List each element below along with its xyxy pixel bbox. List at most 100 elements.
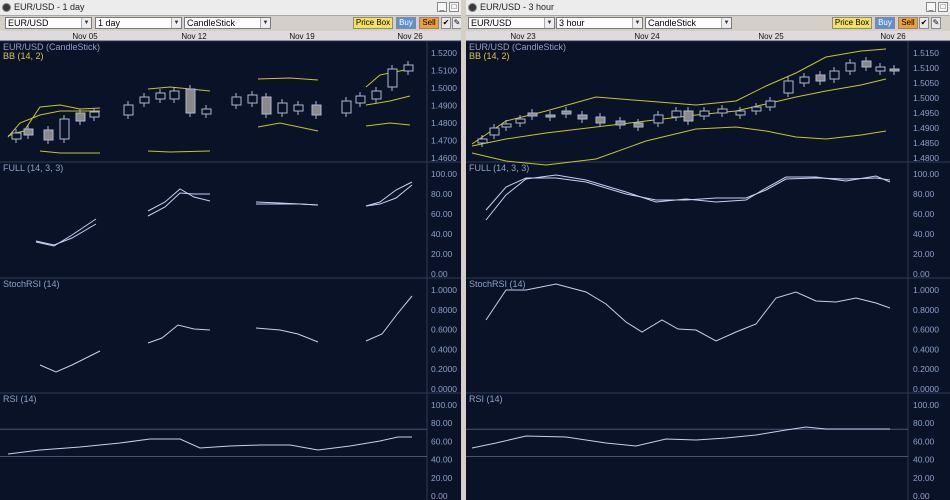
date-tick-label: Nov 19 [289,32,315,41]
maximize-button[interactable]: □ [449,2,459,12]
axis-tick-label: 1.0000 [431,285,457,295]
candlestick [277,102,288,114]
axis-tick-label: 1.4800 [431,118,457,128]
axis-tick-label: 1.0000 [913,285,939,295]
period-select[interactable]: 1 day ▼ [95,17,182,29]
check-icon[interactable]: ✔ [441,17,451,29]
candlestick [355,95,366,104]
chart-canvas[interactable]: Nov 23 Nov 24 Nov 25 Nov 26EUR/USD (CandleS… [466,31,950,500]
candlestick [875,66,886,72]
axis-tick-label: 40.00 [913,229,935,239]
date-axis-strip [466,31,950,41]
price-box-button[interactable]: Price Box [832,17,872,29]
candlestick [89,111,100,118]
candlestick [201,108,212,115]
candlestick [477,138,488,144]
candlestick [765,100,776,108]
bollinger-band-line [39,150,100,154]
chart-area[interactable]: Nov 23 Nov 24 Nov 25 Nov 26 EUR/USD (CandleS… [466,31,950,500]
candlestick [43,129,54,141]
symbol-select[interactable]: EUR/USD ▼ [468,17,555,29]
chart-toolbar: EUR/USD ▼ 1 day ▼ CandleStick ▼ Price Bo… [0,16,461,31]
candlestick [75,112,86,122]
period-select[interactable]: 3 hour ▼ [556,17,643,29]
app-icon [468,3,477,12]
candlestick [815,74,826,82]
axis-tick-label: 0.00 [913,491,930,500]
candlestick [139,96,150,104]
full-stochastic-line [147,192,210,217]
date-tick-label: Nov 24 [634,32,660,41]
period-value: 3 hour [559,18,585,28]
title-bar[interactable]: EUR/USD - 3 hour _ □ [466,0,950,16]
axis-tick-label: 40.00 [431,229,453,239]
full-stochastic-line [147,188,211,212]
app-icon [2,3,11,12]
date-axis-strip [0,31,461,41]
axis-tick-label: 100.00 [431,169,457,179]
pencil-icon[interactable]: ✎ [931,17,941,29]
candlestick [123,104,134,116]
axis-tick-label: 0.4000 [431,344,457,354]
minimize-button[interactable]: _ [437,2,447,12]
axis-tick-label: 1.5150 [913,48,939,58]
buy-button[interactable]: Buy [875,17,895,29]
chart-area[interactable]: Nov 05 Nov 12 Nov 19 Nov 26 EUR/USD (CandleS… [0,31,461,500]
candlestick [799,76,810,84]
chart-type-select[interactable]: CandleStick ▼ [184,17,271,29]
chart-type-select[interactable]: CandleStick ▼ [645,17,732,29]
axis-tick-label: 1.5100 [913,63,939,73]
candlestick [861,60,872,68]
axis-tick-label: 0.4000 [913,344,939,354]
bollinger-band-line [7,110,100,138]
buy-button[interactable]: Buy [396,17,416,29]
stoch-rsi-line [485,283,891,342]
candlestick [247,94,258,104]
pane-label: FULL (14, 3, 3) [469,163,529,173]
axis-tick-label: 1.4900 [431,101,457,111]
price-box-button[interactable]: Price Box [353,17,393,29]
axis-tick-label: 1.5000 [913,93,939,103]
stoch-rsi-line [255,327,319,343]
pencil-icon[interactable]: ✎ [452,17,461,29]
chart-type-value: CandleStick [187,18,236,28]
axis-tick-label: 60.00 [913,209,935,219]
pane-label: StochRSI (14) [3,279,60,289]
candlestick [23,128,34,136]
chevron-down-icon: ▼ [632,18,642,28]
candlestick [403,64,414,72]
chart-window-1day: EUR/USD - 1 day _ □ EUR/USD ▼ 1 day ▼ Ca… [0,0,461,500]
pane-label: RSI (14) [3,394,37,404]
pane-label: FULL (14, 3, 3) [3,163,63,173]
symbol-select[interactable]: EUR/USD ▼ [5,17,92,29]
candlestick [11,132,22,140]
axis-tick-label: 0.2000 [913,364,939,374]
minimize-button[interactable]: _ [926,2,936,12]
candlestick [735,110,746,116]
candlestick [169,90,180,100]
candlestick [155,92,166,100]
candlestick [633,122,644,128]
date-tick-label: Nov 26 [880,32,906,41]
full-stochastic-line [35,223,97,246]
chevron-down-icon: ▼ [171,18,181,28]
axis-tick-label: 1.5050 [913,78,939,88]
chart-canvas[interactable]: Nov 05 Nov 12 Nov 19 Nov 26EUR/USD (CandleS… [0,31,461,500]
period-value: 1 day [98,18,121,28]
check-icon[interactable]: ✔ [919,17,929,29]
sell-button[interactable]: Sell [419,17,439,29]
chevron-down-icon: ▼ [260,18,270,28]
maximize-button[interactable]: □ [938,2,948,12]
candlestick [371,90,382,100]
candlestick [717,108,728,114]
title-bar[interactable]: EUR/USD - 1 day _ □ [0,0,461,16]
candlestick [829,70,840,80]
axis-tick-label: 1.4900 [913,123,939,133]
axis-tick-label: 60.00 [913,436,935,446]
axis-tick-label: 1.5000 [431,83,457,93]
axis-tick-label: 100.00 [913,169,939,179]
bollinger-band-line [257,77,319,81]
candlestick [59,118,70,140]
sell-button[interactable]: Sell [898,17,918,29]
axis-tick-label: 0.00 [431,491,448,500]
